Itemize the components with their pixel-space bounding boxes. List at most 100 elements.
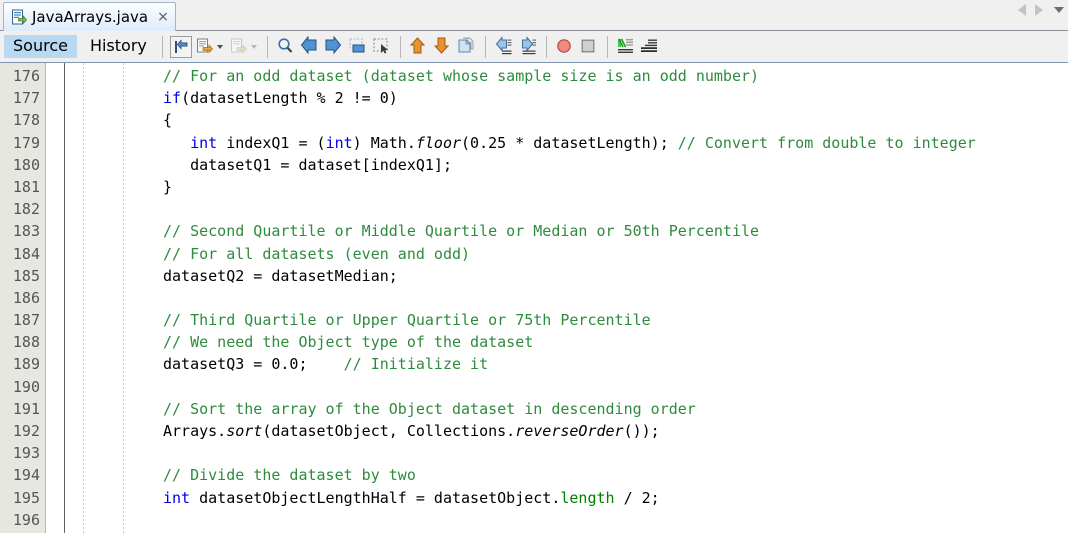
code-line[interactable]: // We need the Object type of the datase… [163, 331, 1068, 353]
toolbar-group-debug [553, 36, 601, 58]
code-token: Arrays. [163, 422, 227, 440]
previous-bookmark-icon[interactable] [299, 35, 321, 58]
code-token: { [163, 111, 173, 130]
toolbar-group-format [614, 36, 662, 58]
code-line[interactable]: // For an odd dataset (dataset whose sam… [163, 65, 1068, 87]
code-line[interactable]: // Second Quartile or Middle Quartile or… [163, 220, 1068, 242]
code-line[interactable]: datasetQ1 = dataset[indexQ1]; [163, 154, 1068, 176]
next-bookmark-icon[interactable] [323, 35, 345, 58]
code-surface[interactable]: // For an odd dataset (dataset whose sam… [47, 63, 1068, 533]
code-line[interactable]: // Third Quartile or Upper Quartile or 7… [163, 309, 1068, 331]
code-token: int [190, 133, 218, 152]
code-token: } [163, 177, 173, 196]
code-line[interactable]: datasetQ2 = datasetMedian; [163, 265, 1068, 287]
line-number: 196 [12, 510, 40, 529]
code-token: // Convert from double to integer [677, 133, 976, 152]
code-line[interactable]: } [163, 176, 1068, 198]
code-token: length [560, 488, 615, 507]
code-line[interactable]: int indexQ1 = (int) Math.floor(0.25 * da… [163, 132, 1068, 154]
scroll-tabs-right-icon[interactable] [1035, 4, 1043, 16]
next-error-icon[interactable] [432, 36, 454, 58]
shift-left-icon[interactable] [493, 35, 515, 58]
inspect-icon[interactable] [639, 36, 661, 58]
line-number: 176 [12, 67, 40, 85]
close-icon[interactable]: × [157, 10, 169, 24]
toggle-breakpoint-icon[interactable] [554, 36, 576, 58]
format-icon[interactable] [615, 36, 637, 58]
line-number: 193 [12, 444, 40, 463]
code-token: int [325, 133, 353, 152]
line-number: 178 [12, 111, 40, 130]
code-line[interactable]: // Divide the dataset by two [163, 464, 1068, 486]
code-token: // For an odd dataset (dataset whose sam… [163, 67, 760, 85]
code-line[interactable]: int datasetObjectLengthHalf = datasetObj… [163, 487, 1068, 509]
line-number: 188 [12, 333, 40, 352]
line-number: 181 [12, 177, 40, 196]
line-number-gutter: 176 177 178 179 180 181 182 183 184 185 186 187 188 1… [0, 63, 46, 533]
toolbar-separator [545, 35, 547, 58]
line-number: 192 [12, 422, 40, 440]
code-token: / 2; [614, 488, 660, 507]
line-number: 182 [12, 200, 40, 219]
indent-guide [123, 63, 124, 533]
code-line[interactable]: if(datasetLength % 2 != 0) [163, 87, 1068, 109]
tab-source[interactable]: Source [4, 35, 77, 58]
shift-right-icon[interactable] [228, 36, 250, 58]
find-selection-icon[interactable] [275, 36, 297, 58]
line-number: 185 [12, 266, 40, 285]
line-number: 180 [12, 155, 40, 174]
previous-error-icon[interactable] [408, 36, 430, 58]
toolbar-group-shift [492, 35, 540, 58]
toggle-comment-dropdown-icon[interactable] [216, 44, 223, 49]
line-number: 179 [12, 133, 40, 152]
code-text[interactable]: // For an odd dataset (dataset whose sam… [163, 65, 1068, 531]
code-line[interactable]: { [163, 109, 1068, 131]
code-token: indexQ1 = ( [217, 133, 326, 152]
code-line[interactable] [163, 376, 1068, 398]
line-numbers: 176 177 178 179 180 181 182 183 184 185 186 187 188 1… [0, 63, 45, 531]
code-line[interactable] [163, 442, 1068, 464]
code-token: sort [226, 422, 263, 440]
code-token: // Third Quartile or Upper Quartile or 7… [163, 311, 651, 330]
shift-right-dropdown-icon [250, 44, 257, 49]
last-edit-icon[interactable] [169, 35, 192, 58]
code-token: // For all datasets (even and odd) [163, 244, 471, 263]
tab-list-dropdown-icon[interactable] [1054, 7, 1064, 13]
code-token: datasetQ3 = 0.0; [163, 355, 344, 374]
line-number: 186 [12, 288, 40, 307]
toolbar-separator [266, 35, 268, 58]
indent-guide [83, 63, 84, 533]
code-token: // Second Quartile or Middle Quartile or… [163, 222, 760, 241]
code-line[interactable]: // For all datasets (even and odd) [163, 243, 1068, 265]
toggle-bookmark-icon[interactable] [347, 36, 369, 58]
document-tab-javaarrays[interactable]: JavaArrays.java × [3, 2, 176, 31]
shift-line-left-icon[interactable] [456, 36, 478, 58]
rectangular-selection-icon[interactable] [371, 36, 393, 58]
scroll-tabs-left-icon[interactable] [1018, 4, 1026, 16]
code-token: datasetQ2 = datasetMedian; [163, 266, 398, 285]
code-line[interactable]: Arrays.sort(datasetObject, Collections.r… [163, 420, 1068, 442]
code-line[interactable] [163, 509, 1068, 531]
toggle-comment-icon[interactable] [194, 36, 216, 58]
toolbar-group-edit [169, 35, 261, 58]
editor-toolbar: Source History [0, 31, 1068, 63]
tab-history[interactable]: History [81, 35, 156, 58]
code-line[interactable]: datasetQ3 = 0.0; // Initialize it [163, 353, 1068, 375]
toolbar-group-navigate [274, 35, 394, 58]
code-editor[interactable]: 176 177 178 179 180 181 182 183 184 185 186 187 188 1… [0, 63, 1068, 533]
line-number: 191 [12, 399, 40, 418]
stop-icon[interactable] [578, 36, 600, 58]
code-line[interactable] [163, 287, 1068, 309]
line-number: 195 [12, 488, 40, 507]
code-line[interactable] [163, 198, 1068, 220]
code-line[interactable]: // Sort the array of the Object dataset … [163, 398, 1068, 420]
toolbar-group-errors [407, 36, 479, 58]
code-token: ()); [623, 422, 660, 440]
shift-right-indent-icon[interactable] [517, 35, 539, 58]
code-token: int [163, 488, 191, 507]
code-token: datasetQ1 = dataset[indexQ1]; [163, 155, 452, 174]
code-token: // Sort the array of the Object dataset … [163, 399, 696, 418]
ide-window: JavaArrays.java × Source History 176 177… [0, 0, 1068, 533]
document-tab-bar: JavaArrays.java × [0, 0, 1068, 31]
